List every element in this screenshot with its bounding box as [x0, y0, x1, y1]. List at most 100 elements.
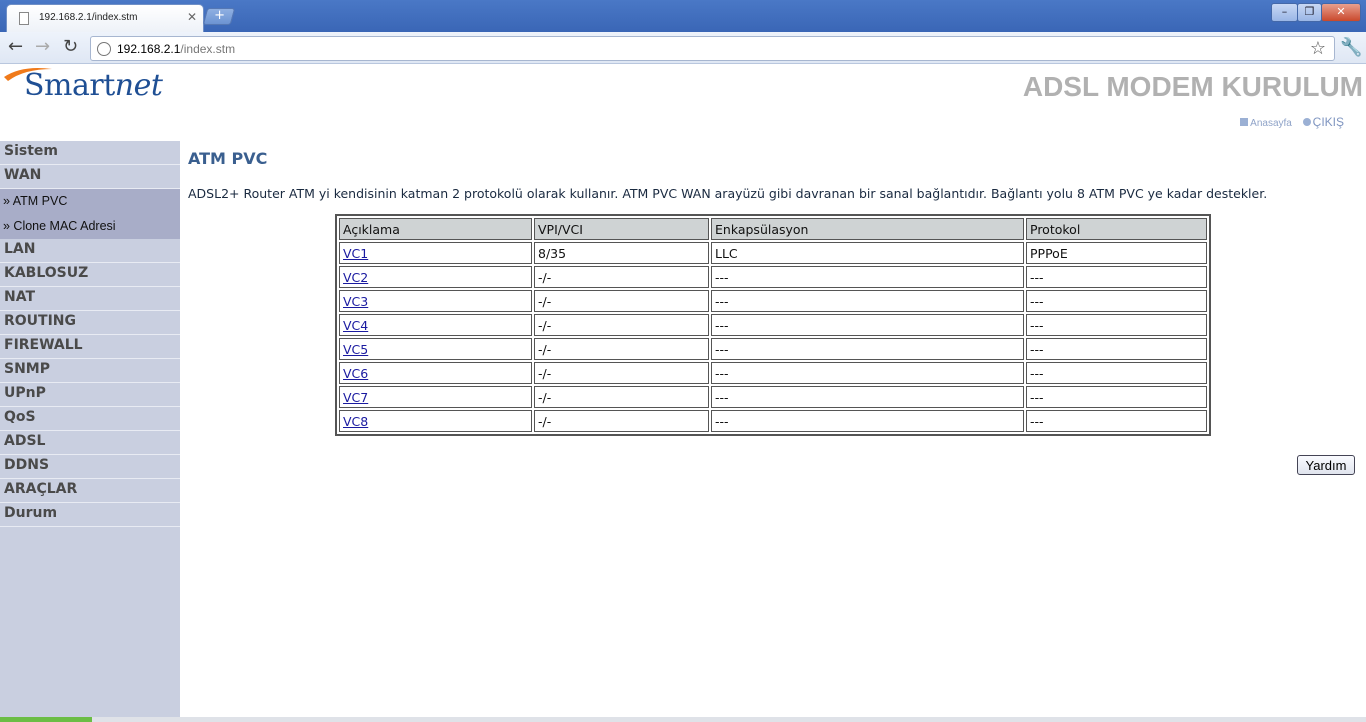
table-cell: --- [711, 266, 1024, 288]
sidebar-item-routing[interactable]: ROUTING [0, 311, 180, 335]
sidebar-item-sistem[interactable]: Sistem [0, 141, 180, 165]
main-content: ATM PVC ADSL2+ Router ATM yi kendisinin … [188, 149, 1358, 436]
table-cell: VC3 [339, 290, 532, 312]
table-cell: --- [1026, 314, 1207, 336]
router-page: Smartnet ADSL MODEM KURULUM Anasayfa ÇIK… [0, 65, 1366, 717]
sidebar-item-qos[interactable]: QoS [0, 407, 180, 431]
table-cell: -/- [534, 290, 709, 312]
wrench-icon[interactable]: 🔧 [1340, 37, 1362, 58]
sidebar-item-lan[interactable]: LAN [0, 239, 180, 263]
page-icon [19, 12, 29, 25]
maximize-button[interactable]: ❐ [1297, 3, 1322, 22]
logo-text: Smartnet [24, 68, 163, 103]
column-header: Açıklama [339, 218, 532, 240]
vc-link[interactable]: VC5 [343, 342, 368, 357]
table-cell: VC2 [339, 266, 532, 288]
close-button[interactable]: ✕ [1321, 3, 1361, 22]
top-links: Anasayfa ÇIKIŞ [1240, 115, 1344, 129]
new-tab-button[interactable]: + [202, 8, 236, 25]
table-cell: VC7 [339, 386, 532, 408]
table-cell: VC8 [339, 410, 532, 432]
table-cell: --- [711, 410, 1024, 432]
back-icon[interactable]: ← [8, 38, 23, 56]
globe-icon [97, 42, 111, 56]
sidebar-item-ddns[interactable]: DDNS [0, 455, 180, 479]
page-header-title: ADSL MODEM KURULUM [1022, 71, 1363, 102]
table-row: VC1 8/35 LLC PPPoE [339, 242, 1207, 264]
browser-toolbar: ← → ↻ 192.168.2.1/index.stm ☆ 🔧 [0, 32, 1366, 64]
table-cell: 8/35 [534, 242, 709, 264]
sidebar-item-snmp[interactable]: SNMP [0, 359, 180, 383]
logo-main: Smart [24, 68, 115, 103]
logout-link[interactable]: ÇIKIŞ [1313, 115, 1344, 129]
table-cell: --- [1026, 266, 1207, 288]
sidebar-item-firewall[interactable]: FIREWALL [0, 335, 180, 359]
table-cell: --- [711, 290, 1024, 312]
vc-link[interactable]: VC1 [343, 246, 368, 261]
url-text: 192.168.2.1/index.stm [117, 42, 235, 56]
url-path: /index.stm [180, 42, 236, 56]
sidebar-item-wan[interactable]: WAN [0, 165, 180, 189]
table-cell: --- [1026, 410, 1207, 432]
table-row: VC5 -/- --- --- [339, 338, 1207, 360]
table-row: VC4 -/- --- --- [339, 314, 1207, 336]
table-cell: --- [1026, 386, 1207, 408]
sidebar-menu: Sistem WAN » ATM PVC » Clone MAC Adresi … [0, 141, 180, 717]
table-cell: -/- [534, 338, 709, 360]
table-row: VC2 -/- --- --- [339, 266, 1207, 288]
browser-tabstrip: 192.168.2.1/index.stm ✕ + – ❐ ✕ [0, 0, 1366, 32]
table-cell: VC4 [339, 314, 532, 336]
table-header-row: Açıklama VPI/VCI Enkapsülasyon Protokol [339, 218, 1207, 240]
tab-close-icon[interactable]: ✕ [187, 10, 197, 24]
sidebar-item-adsl[interactable]: ADSL [0, 431, 180, 455]
vc-link[interactable]: VC2 [343, 270, 368, 285]
vc-link[interactable]: VC8 [343, 414, 368, 429]
sidebar-subitem-clone-mac[interactable]: » Clone MAC Adresi [0, 214, 180, 239]
table-cell: -/- [534, 386, 709, 408]
sidebar-item-durum[interactable]: Durum [0, 503, 180, 527]
table-row: VC6 -/- --- --- [339, 362, 1207, 384]
table-cell: LLC [711, 242, 1024, 264]
sidebar-subitem-atm-pvc[interactable]: » ATM PVC [0, 189, 180, 214]
bookmark-star-icon[interactable]: ☆ [1310, 38, 1326, 59]
minimize-button[interactable]: – [1271, 3, 1298, 22]
table-cell: --- [711, 362, 1024, 384]
vc-link[interactable]: VC7 [343, 390, 368, 405]
table-cell: -/- [534, 314, 709, 336]
atm-pvc-table: Açıklama VPI/VCI Enkapsülasyon Protokol … [335, 214, 1211, 436]
table-cell: --- [711, 386, 1024, 408]
table-row: VC3 -/- --- --- [339, 290, 1207, 312]
forward-icon[interactable]: → [35, 38, 50, 56]
table-cell: --- [1026, 362, 1207, 384]
address-bar[interactable]: 192.168.2.1/index.stm ☆ [90, 36, 1335, 61]
table-cell: --- [1026, 290, 1207, 312]
sidebar-item-araclar[interactable]: ARAÇLAR [0, 479, 180, 503]
table-cell: VC6 [339, 362, 532, 384]
page-description: ADSL2+ Router ATM yi kendisinin katman 2… [188, 186, 1268, 201]
home-link[interactable]: Anasayfa [1250, 118, 1292, 129]
logo-suffix: net [114, 68, 163, 103]
logout-dot-icon [1302, 118, 1311, 126]
column-header: Enkapsülasyon [711, 218, 1024, 240]
column-header: VPI/VCI [534, 218, 709, 240]
status-bar [0, 717, 1366, 722]
table-cell: VC5 [339, 338, 532, 360]
vc-link[interactable]: VC3 [343, 294, 368, 309]
status-progress [0, 717, 92, 722]
table-cell: -/- [534, 410, 709, 432]
table-cell: --- [711, 314, 1024, 336]
sidebar-item-kablosuz[interactable]: KABLOSUZ [0, 263, 180, 287]
home-square-icon [1240, 118, 1249, 126]
sidebar-item-nat[interactable]: NAT [0, 287, 180, 311]
vc-link[interactable]: VC6 [343, 366, 368, 381]
table-cell: --- [711, 338, 1024, 360]
column-header: Protokol [1026, 218, 1207, 240]
table-cell: --- [1026, 338, 1207, 360]
reload-icon[interactable]: ↻ [63, 38, 78, 56]
table-cell: VC1 [339, 242, 532, 264]
help-button[interactable]: Yardım [1297, 455, 1355, 475]
sidebar-item-upnp[interactable]: UPnP [0, 383, 180, 407]
browser-tab[interactable]: 192.168.2.1/index.stm ✕ [6, 4, 204, 32]
tab-title: 192.168.2.1/index.stm [39, 12, 138, 23]
vc-link[interactable]: VC4 [343, 318, 368, 333]
